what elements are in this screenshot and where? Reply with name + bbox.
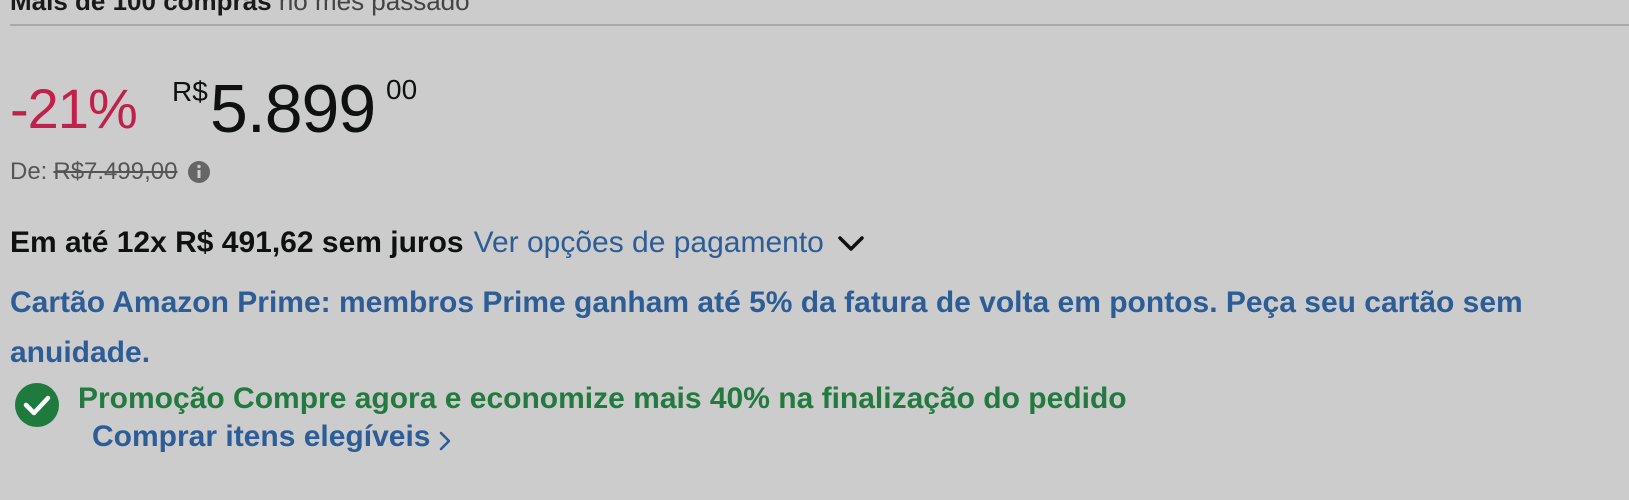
- installments-text: Em até 12x R$ 491,62 sem juros: [10, 226, 464, 259]
- list-price: De: R$7.499,00: [10, 158, 211, 186]
- price-whole: 5.899: [210, 71, 376, 147]
- chevron-right-icon: [436, 426, 454, 451]
- installments-row: Em até 12x R$ 491,62 sem juros Ver opçõe…: [10, 226, 866, 260]
- discount-percentage: -21%: [10, 77, 138, 140]
- eligible-items-link[interactable]: Comprar itens elegíveis: [92, 420, 454, 454]
- chevron-down-icon[interactable]: [836, 228, 866, 258]
- amazon-prime-card-promo-link[interactable]: Cartão Amazon Prime: membros Prime ganha…: [10, 278, 1570, 378]
- eligible-items-label: Comprar itens elegíveis: [92, 420, 431, 453]
- check-circle-icon: [14, 382, 60, 428]
- purchase-count: Mais de 100 compras no mês passado: [10, 0, 470, 17]
- list-price-label: De:: [10, 158, 48, 185]
- section-divider: [10, 24, 1629, 26]
- price-fraction: 00: [386, 74, 418, 105]
- payment-options-link[interactable]: Ver opções de pagamento: [474, 226, 824, 260]
- purchase-count-bold: Mais de 100 compras: [10, 0, 272, 16]
- purchase-count-suffix: no mês passado: [278, 0, 470, 16]
- list-price-value: R$7.499,00: [53, 158, 178, 185]
- promotion-text: Promoção Compre agora e economize mais 4…: [78, 382, 1127, 415]
- price-currency-symbol: R$: [172, 76, 208, 107]
- info-icon[interactable]: [187, 160, 211, 184]
